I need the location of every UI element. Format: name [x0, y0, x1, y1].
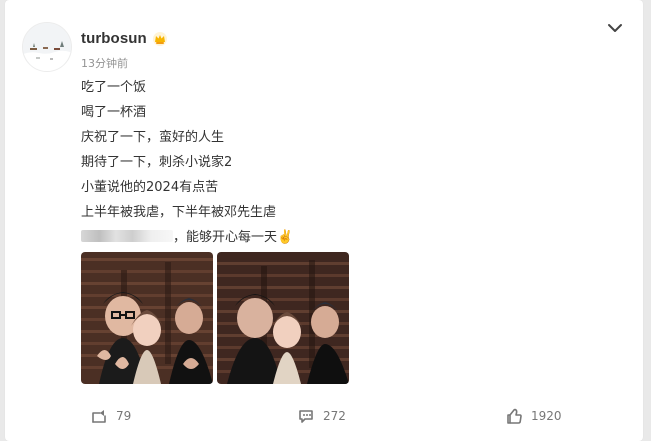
repost-button[interactable]: 79 [90, 404, 131, 428]
share-icon [90, 407, 108, 425]
post-line-5: 小董说他的2024有点苦 [81, 180, 219, 195]
post-timestamp[interactable]: 13分钟前 [81, 55, 128, 71]
repost-count: 79 [116, 409, 132, 423]
post-line-7: ，能够开心每一天✌️ [173, 230, 294, 245]
post-line-1: 吃了一个饭 [81, 80, 147, 95]
comment-icon [297, 407, 315, 425]
snow-landscape-avatar [23, 23, 71, 71]
post-line-6: 上半年被我虐，下半年被邓先生虐 [81, 205, 277, 220]
thumbs-up-icon [505, 407, 523, 425]
crown-icon [152, 31, 168, 47]
post-line-4: 期待了一下，刺杀小说家2 [81, 155, 233, 170]
avatar[interactable] [22, 22, 72, 72]
weibo-post-card: turbosun 13分钟前 吃了一个饭 喝了一杯酒 庆祝了一下，蛮好的人生 期… [5, 0, 643, 441]
like-count: 1920 [531, 409, 562, 423]
like-button[interactable]: 1920 [505, 404, 562, 428]
photo-1[interactable] [81, 252, 213, 384]
username[interactable]: turbosun [81, 30, 147, 47]
comment-count: 272 [323, 409, 346, 423]
photo-2[interactable] [217, 252, 349, 384]
post-actions: 79 272 1920 [5, 404, 643, 428]
redacted-text-blur [81, 230, 173, 242]
post-line-2: 喝了一杯酒 [81, 105, 147, 120]
post-line-3: 庆祝了一下，蛮好的人生 [81, 130, 225, 145]
comment-button[interactable]: 272 [297, 404, 346, 428]
chevron-down-icon[interactable] [607, 19, 623, 32]
